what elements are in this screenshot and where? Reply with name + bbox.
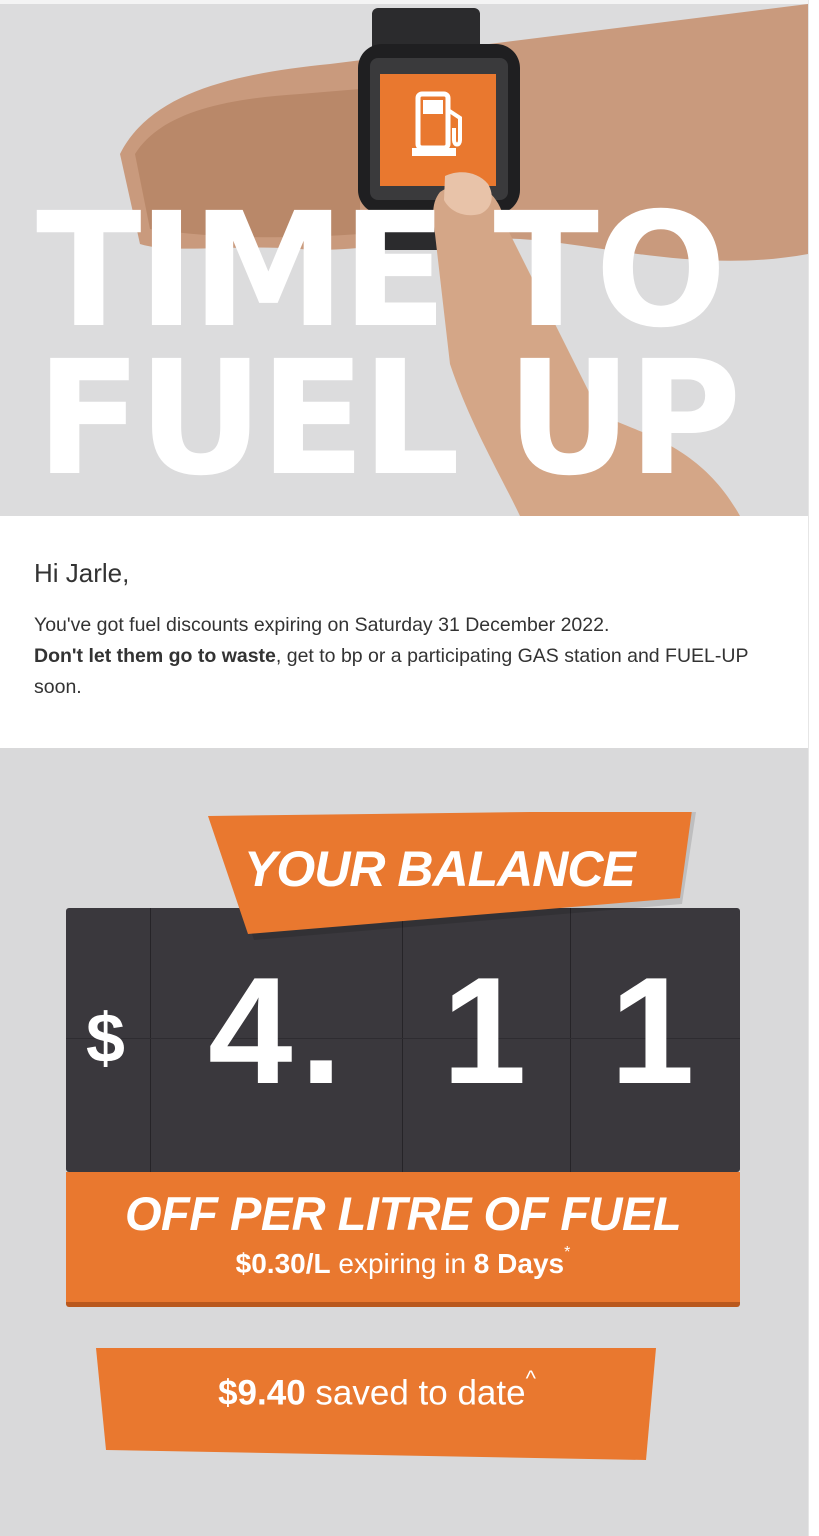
discount-panel: OFF PER LITRE OF FUEL $0.30/L expiring i… <box>66 1172 740 1307</box>
balance-digit: 1 <box>442 946 527 1116</box>
bottom-strip <box>0 1528 808 1536</box>
board-divider <box>150 908 151 1172</box>
days-remaining: 8 Days <box>473 1248 565 1279</box>
balance-digit: 1 <box>610 946 695 1116</box>
saved-label: saved to date <box>305 1373 526 1413</box>
balance-decimal-point: . <box>300 946 343 1116</box>
discount-title: OFF PER LITRE OF FUEL <box>124 1187 682 1240</box>
balance-digit: 4 <box>208 946 293 1116</box>
greeting-section: Hi Jarle, You've got fuel discounts expi… <box>0 516 808 748</box>
footnote-caret: ^ <box>525 1366 536 1391</box>
greeting-message: You've got fuel discounts expiring on Sa… <box>34 610 784 703</box>
greeting-title: Hi Jarle, <box>34 558 130 588</box>
saved-amount: $9.40 <box>218 1373 306 1413</box>
email-body: TIME TO FUEL UP Hi Jarle, You've got fue… <box>0 0 809 1536</box>
discount-rate: $0.30/L <box>235 1248 331 1279</box>
hero-banner: TIME TO FUEL UP <box>0 4 808 516</box>
discount-expiry: $0.30/L expiring in 8 Days* <box>66 1244 740 1280</box>
board-divider <box>402 908 403 1172</box>
warning-bold-text: Don't let them go to waste <box>34 645 276 667</box>
board-divider <box>570 908 571 1172</box>
expiry-sentence: You've got fuel discounts expiring on Sa… <box>34 614 610 636</box>
saved-to-date-banner: $9.40 saved to date^ <box>96 1348 658 1464</box>
balance-section: $ 4 . 1 1 YOUR BALANCE OFF PER LITRE OF … <box>0 748 808 1536</box>
fuel-pump-icon <box>412 91 462 156</box>
hero-headline-line2: FUEL UP <box>36 327 742 511</box>
saved-to-date-text: $9.40 saved to date^ <box>96 1366 658 1414</box>
your-balance-banner: YOUR BALANCE <box>208 812 700 940</box>
footnote-asterisk: * <box>564 1244 571 1261</box>
your-balance-label: YOUR BALANCE <box>244 841 636 897</box>
expiring-label: expiring in <box>330 1248 474 1279</box>
currency-symbol: $ <box>86 999 125 1077</box>
